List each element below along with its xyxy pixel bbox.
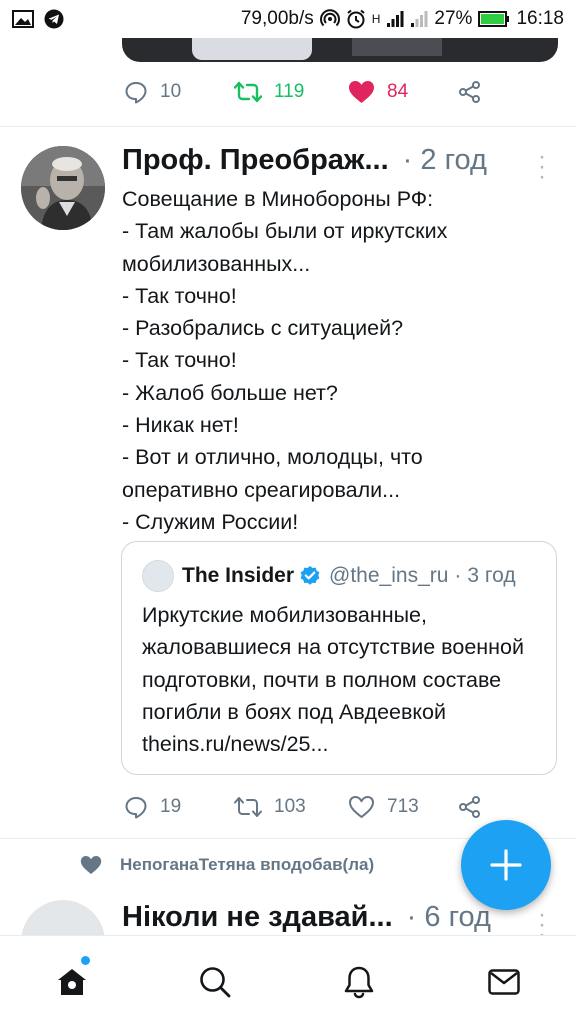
nav-home[interactable] xyxy=(54,964,90,1000)
home-icon xyxy=(58,969,86,995)
media-detail xyxy=(192,38,312,60)
tweet-actions: 19 103 713 xyxy=(124,795,482,819)
author-name[interactable]: Ніколи не здавай... xyxy=(122,901,393,934)
quoted-tweet[interactable]: The Insider @the_ins_ru · 3 год Иркутски… xyxy=(121,541,557,775)
like-count: 713 xyxy=(387,796,419,817)
time-value: 6 год xyxy=(424,901,491,933)
nav-notifications[interactable] xyxy=(341,964,377,1000)
nav-messages[interactable] xyxy=(486,964,522,1000)
status-bar: 79,00b/s H 27% 16:18 xyxy=(0,0,576,38)
tweet-time: · 6 год xyxy=(407,901,491,934)
avatar[interactable] xyxy=(21,146,105,230)
reply-icon xyxy=(125,82,147,104)
unread-indicator xyxy=(81,956,90,965)
share-icon xyxy=(459,796,480,818)
reply-count: 10 xyxy=(160,81,182,102)
divider xyxy=(0,126,576,127)
plus-icon xyxy=(490,849,522,881)
retweet-count: 103 xyxy=(274,796,306,817)
hotspot-icon xyxy=(319,9,340,27)
bottom-navigation xyxy=(0,935,576,1024)
quoted-handle: @the_ins_ru xyxy=(329,564,449,587)
time-separator: · xyxy=(402,144,413,176)
author-name[interactable]: Проф. Преображ... xyxy=(122,144,389,177)
quoted-author-name: The Insider xyxy=(182,564,295,587)
reply-button[interactable]: 10 xyxy=(124,80,234,104)
share-button[interactable] xyxy=(458,795,482,819)
signal-weak-icon xyxy=(411,11,428,27)
mail-icon xyxy=(488,969,520,995)
retweet-button[interactable]: 103 xyxy=(234,795,348,819)
quoted-time: 3 год xyxy=(467,564,516,587)
share-button[interactable] xyxy=(458,80,482,104)
retweet-icon xyxy=(234,797,262,817)
verified-badge-icon xyxy=(300,566,320,585)
like-count: 84 xyxy=(387,81,409,102)
previous-tweet-actions: 10 119 84 xyxy=(124,80,482,104)
reply-count: 19 xyxy=(160,796,182,817)
search-icon xyxy=(200,967,231,998)
reply-icon xyxy=(125,797,147,819)
nav-search[interactable] xyxy=(197,964,233,1000)
retweet-count: 119 xyxy=(274,81,305,102)
image-icon xyxy=(12,10,34,28)
like-button[interactable]: 84 xyxy=(348,80,458,104)
time-separator: · xyxy=(454,564,462,587)
battery-icon xyxy=(478,11,510,27)
social-context-text: НепоганаТетяна вподобав(ла) xyxy=(120,855,375,874)
tweet-text: Совещание в Минобороны РФ: - Там жалобы … xyxy=(122,187,448,534)
network-speed: 79,00b/s xyxy=(240,8,314,29)
alarm-icon xyxy=(347,9,365,29)
time-value: 2 год xyxy=(420,144,487,176)
previous-tweet-media[interactable] xyxy=(122,38,558,62)
quoted-tweet-header: The Insider @the_ins_ru · 3 год xyxy=(142,560,516,592)
tweet-header: Ніколи не здавай... · 6 год xyxy=(122,901,491,934)
retweet-icon xyxy=(234,81,262,103)
telegram-icon xyxy=(44,9,64,29)
bell-icon xyxy=(344,966,374,999)
clock: 16:18 xyxy=(516,8,564,29)
share-icon xyxy=(459,81,480,103)
like-button[interactable]: 713 xyxy=(348,795,458,819)
heart-small-icon xyxy=(80,856,102,874)
signal-icon xyxy=(387,11,404,27)
heart-icon xyxy=(349,796,374,818)
heart-filled-icon xyxy=(349,81,374,103)
retweet-button[interactable]: 119 xyxy=(234,80,348,104)
quoted-text: Иркутские мобилизованные, жаловавшиеся н… xyxy=(142,603,524,757)
net-type: H xyxy=(371,12,381,26)
compose-tweet-button[interactable] xyxy=(461,820,551,910)
avatar-photo xyxy=(21,146,105,230)
media-detail xyxy=(352,38,442,56)
time-separator: · xyxy=(406,901,417,933)
social-context[interactable]: НепоганаТетяна вподобав(ла) xyxy=(80,855,374,875)
reply-button[interactable]: 19 xyxy=(124,795,234,819)
quoted-avatar xyxy=(142,560,174,592)
battery-percent: 27% xyxy=(434,8,473,29)
tweet-time: · 2 год xyxy=(403,144,487,177)
more-options-icon[interactable]: ··· xyxy=(538,145,546,189)
tweet-header: Проф. Преображ... · 2 год xyxy=(122,144,487,177)
